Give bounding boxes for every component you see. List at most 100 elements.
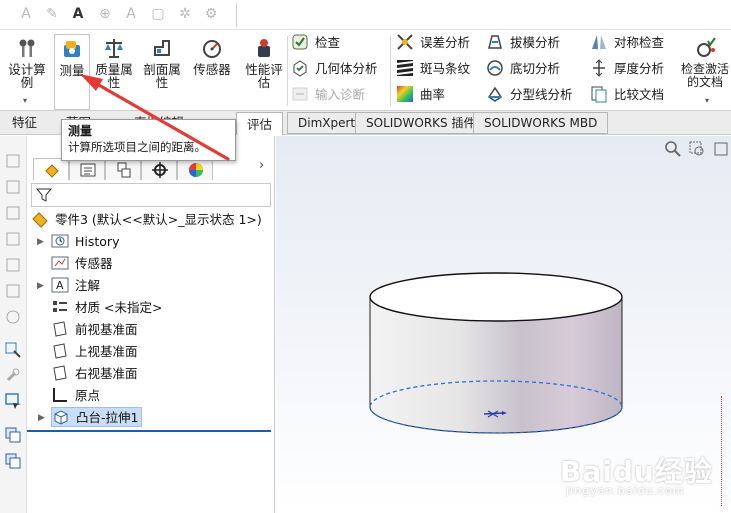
check-button[interactable]: 检查 <box>291 32 340 54</box>
tree-item-history[interactable]: ▶ History <box>37 232 119 252</box>
compare-documents-icon <box>591 86 607 103</box>
tree-item-origin[interactable]: 原点 <box>51 386 100 406</box>
surface-finish-icon[interactable]: ▢ <box>149 5 167 23</box>
curvature-button[interactable]: 曲率 <box>396 84 445 106</box>
tab-solidworks-addins[interactable]: SOLIDWORKS 插件 <box>355 112 487 134</box>
filter-icon[interactable] <box>36 187 52 203</box>
tree-item-annotations[interactable]: ▶ A 注解 <box>37 276 101 296</box>
chevron-right-icon[interactable]: › <box>259 158 264 173</box>
tree-root-part[interactable]: 零件3 (默认<<默认>_显示状态 1>) <box>31 210 262 230</box>
tab-configuration-manager[interactable] <box>105 158 141 180</box>
tab-display-manager[interactable] <box>177 158 213 180</box>
tab-dimxpert-manager[interactable] <box>141 158 177 180</box>
geometry-analysis-icon <box>293 60 307 77</box>
tree-item-boss-extrude[interactable]: ▶ 凸台-拉伸1 <box>38 407 143 427</box>
tree-item-label: 前视基准面 <box>75 322 138 337</box>
paste-view-icon[interactable] <box>4 452 22 470</box>
weld-symbol-icon[interactable]: ✲ <box>176 5 194 23</box>
tree-filter-box[interactable] <box>31 183 271 207</box>
check-icon <box>292 34 308 50</box>
symmetry-check-icon <box>592 35 606 49</box>
box-view-icon[interactable] <box>4 256 22 274</box>
crosshair-icon <box>152 162 168 178</box>
tree-item-front-plane[interactable]: 前视基准面 <box>51 320 138 340</box>
draft-analysis-button[interactable]: 拔模分析 <box>486 32 560 54</box>
tree-item-right-plane[interactable]: 右视基准面 <box>51 364 138 384</box>
import-diagnostics-icon <box>292 87 308 101</box>
tree-item-label: 传感器 <box>75 256 113 271</box>
box-view-icon[interactable] <box>4 152 22 170</box>
undercut-analysis-button[interactable]: 底切分析 <box>486 58 560 80</box>
sphere-view-icon[interactable] <box>4 308 22 326</box>
deviation-analysis-button[interactable]: 误差分析 <box>396 32 470 54</box>
balloon-icon[interactable]: ⊕ <box>96 5 114 23</box>
section-properties-button[interactable]: 剖面属性 <box>140 34 184 110</box>
tab-property-manager[interactable] <box>69 158 105 180</box>
cylinder-model[interactable] <box>366 271 626 441</box>
tree-item-sensors[interactable]: 传感器 <box>51 254 113 274</box>
parting-line-analysis-button[interactable]: 分型线分析 <box>486 84 573 106</box>
tab-evaluate[interactable]: 评估 <box>236 112 284 135</box>
plane-icon <box>53 321 67 337</box>
material-icon <box>53 301 67 312</box>
import-diagnostics-button[interactable]: 输入诊断 <box>291 84 365 106</box>
previous-view-icon[interactable] <box>712 140 730 158</box>
thickness-analysis-label: 厚度分析 <box>614 61 665 76</box>
tab-solidworks-mbd[interactable]: SOLIDWORKS MBD <box>473 112 609 134</box>
tree-root-label: 零件3 (默认<<默认>_显示状态 1>) <box>55 212 262 227</box>
ribbon-separator <box>287 36 288 106</box>
quick-access-bar: A ✎ A ⊕ A ▢ ✲ ⚙ <box>0 0 731 30</box>
edit-text-icon[interactable]: ✎ <box>43 5 61 23</box>
tree-item-label: 原点 <box>75 388 101 403</box>
hole-callout-icon[interactable]: ⚙ <box>202 5 220 23</box>
deviation-analysis-icon <box>397 34 413 50</box>
measure-button[interactable]: 测量 <box>54 34 90 110</box>
text-format-icon[interactable]: A <box>17 5 35 23</box>
note-icon[interactable]: A <box>69 5 87 23</box>
select-box-icon[interactable] <box>4 392 22 410</box>
chevron-down-icon[interactable]: ▾ <box>705 96 709 105</box>
compare-documents-label: 比较文档 <box>614 87 665 102</box>
sensor-button[interactable]: 传感器 <box>190 34 234 110</box>
zebra-stripes-label: 斑马条纹 <box>420 61 471 76</box>
sketch-tool-icon[interactable] <box>4 340 22 358</box>
expand-arrow-icon[interactable]: ▶ <box>37 276 44 296</box>
box-view-icon[interactable] <box>4 204 22 222</box>
wrench-icon[interactable] <box>4 366 22 384</box>
tree-item-label: 注解 <box>75 278 101 293</box>
expand-arrow-icon[interactable]: ▶ <box>38 408 45 428</box>
thickness-analysis-icon <box>593 59 605 77</box>
expand-arrow-icon[interactable]: ▶ <box>37 232 44 252</box>
zoom-search-icon[interactable] <box>664 140 682 158</box>
rollback-bar[interactable] <box>27 430 271 432</box>
tab-features[interactable]: 特征 <box>2 111 47 134</box>
box-view-icon[interactable] <box>4 230 22 248</box>
box-view-icon[interactable] <box>4 282 22 300</box>
import-diagnostics-label: 输入诊断 <box>315 87 366 102</box>
copy-view-icon[interactable] <box>4 426 22 444</box>
panel-tab-bar: › <box>27 158 275 180</box>
parting-line-analysis-label: 分型线分析 <box>510 87 573 102</box>
compare-documents-button[interactable]: 比较文档 <box>590 84 664 106</box>
zebra-stripes-button[interactable]: 斑马条纹 <box>396 58 470 80</box>
tree-item-top-plane[interactable]: 上视基准面 <box>51 342 138 362</box>
auto-balloon-icon[interactable]: A <box>122 5 140 23</box>
plane-icon <box>53 365 67 381</box>
design-study-label: 设计算例 <box>8 62 46 90</box>
thickness-analysis-button[interactable]: 厚度分析 <box>590 58 664 80</box>
tab-feature-manager[interactable] <box>33 158 69 180</box>
feature-manager-panel: › 零件3 (默认<<默认>_显示状态 1>) ▶ History 传感器 ▶ … <box>27 136 275 513</box>
config-icon <box>117 162 131 178</box>
viewport-marker <box>721 396 724 506</box>
chevron-down-icon[interactable]: ▾ <box>23 96 27 105</box>
draft-analysis-icon <box>488 35 502 49</box>
geometry-analysis-button[interactable]: 几何体分析 <box>291 58 378 80</box>
symmetry-check-button[interactable]: 对称检查 <box>590 32 664 54</box>
performance-evaluation-button[interactable]: 性能评估 <box>242 34 286 110</box>
box-view-icon[interactable] <box>4 178 22 196</box>
origin-icon <box>53 388 67 402</box>
tree-item-material[interactable]: 材质 <未指定> <box>51 298 162 318</box>
undercut-analysis-icon <box>487 60 503 76</box>
zoom-area-icon[interactable] <box>688 140 706 158</box>
mass-properties-button[interactable]: 质量属性 <box>93 34 135 110</box>
